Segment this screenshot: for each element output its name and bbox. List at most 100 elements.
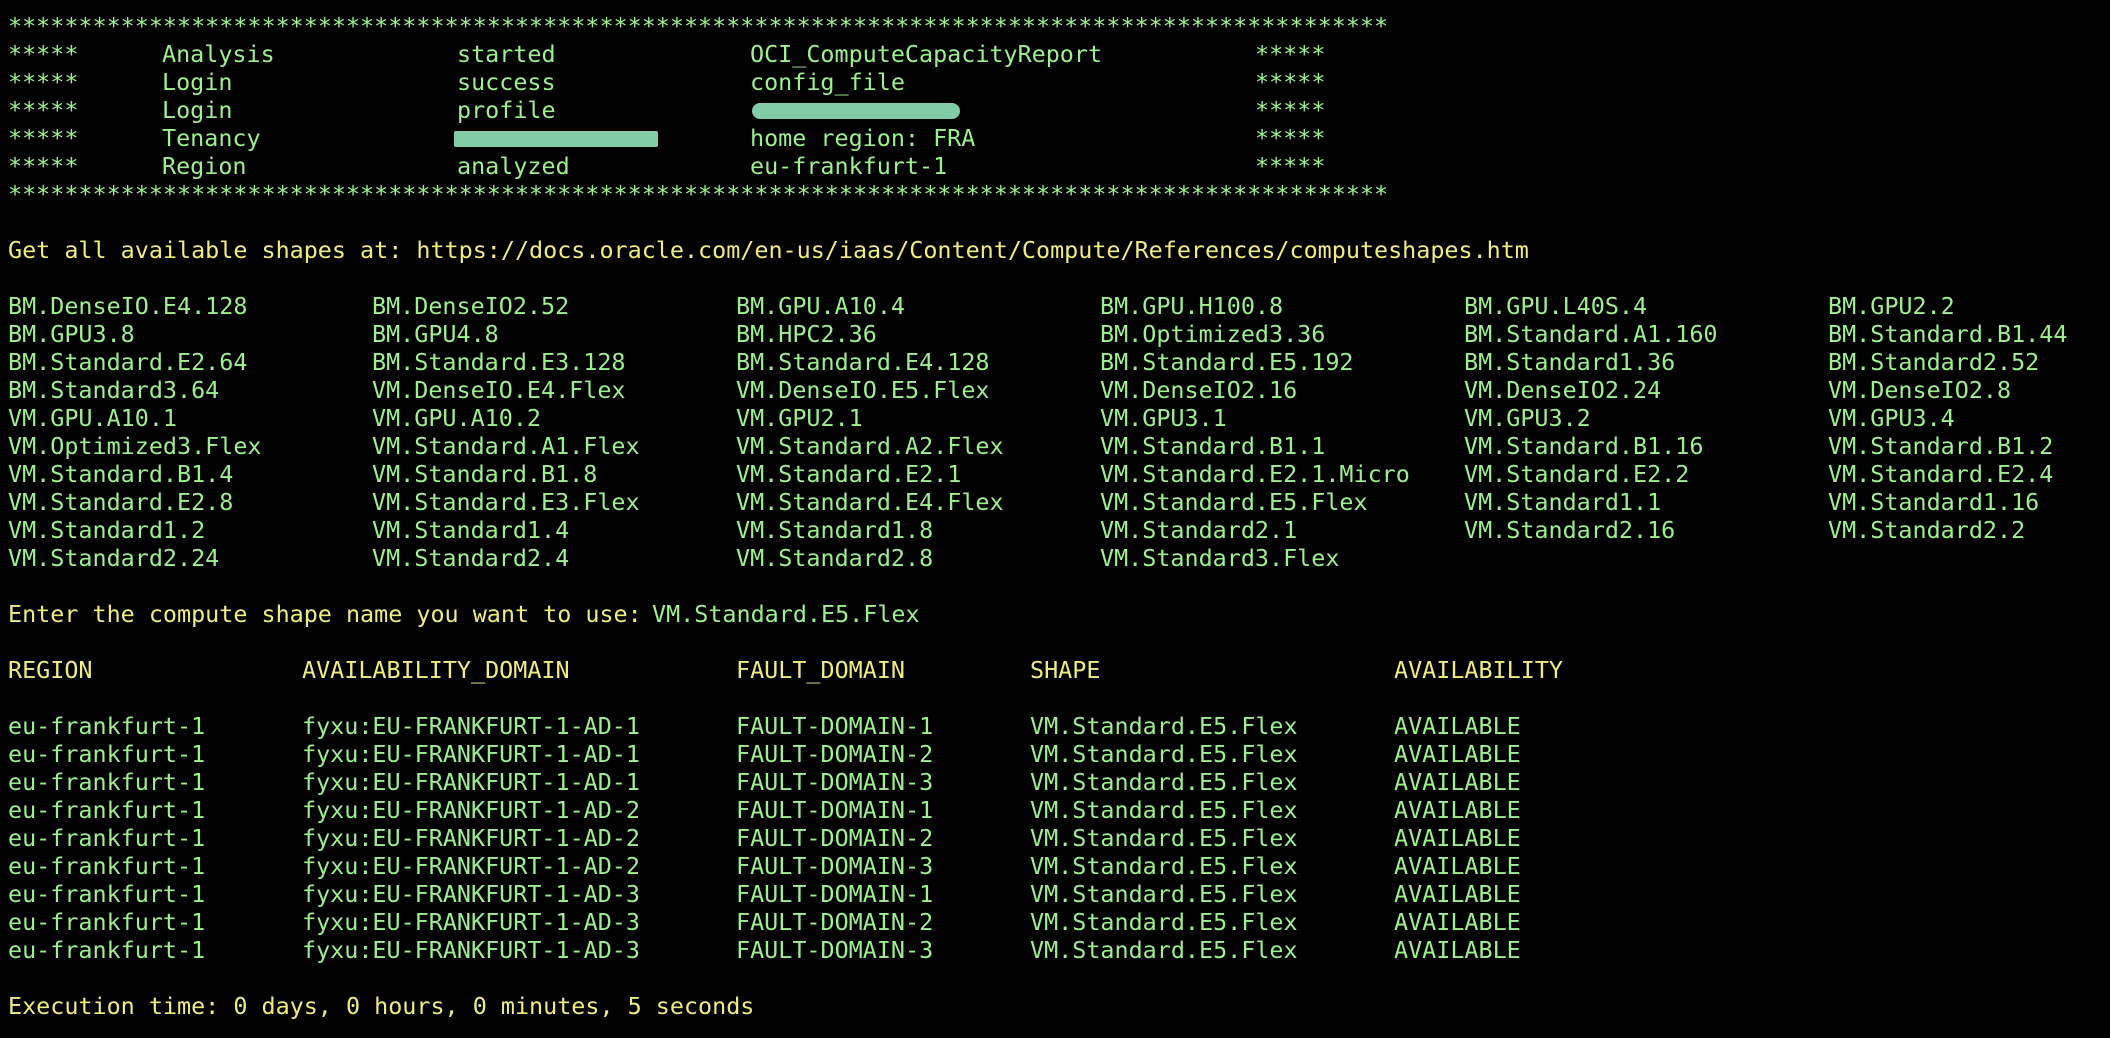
results-cell: FAULT-DOMAIN-3 bbox=[736, 852, 934, 880]
results-column-header: REGION bbox=[8, 656, 93, 684]
banner-marker-left: ***** bbox=[8, 152, 79, 180]
results-cell: FAULT-DOMAIN-2 bbox=[736, 824, 934, 852]
shape-name: VM.GPU3.2 bbox=[1464, 404, 1591, 432]
shapes-grid: BM.DenseIO.E4.128 BM.DenseIO2.52 BM.GPU.A1… bbox=[8, 292, 2102, 572]
results-cell: FAULT-DOMAIN-2 bbox=[736, 740, 934, 768]
shape-name: VM.DenseIO.E5.Flex bbox=[736, 376, 990, 404]
results-cell: VM.Standard.E5.Flex bbox=[1030, 852, 1298, 880]
shape-name: VM.Standard2.16 bbox=[1464, 516, 1676, 544]
shapes-row: BM.Standard.E2.64 BM.Standard.E3.128 BM.St… bbox=[8, 348, 2102, 376]
results-cell: fyxu:EU-FRANKFURT-1-AD-3 bbox=[302, 936, 640, 964]
shape-name: VM.Standard.E5.Flex bbox=[1100, 488, 1368, 516]
shape-name: VM.Standard.B1.8 bbox=[372, 460, 598, 488]
results-row: eu-frankfurt-1 fyxu:EU-FRANKFURT-1-AD-1 FA… bbox=[8, 768, 2102, 796]
shape-name: VM.DenseIO2.16 bbox=[1100, 376, 1298, 404]
shape-name: BM.GPU.L40S.4 bbox=[1464, 292, 1648, 320]
shape-name: BM.DenseIO.E4.128 bbox=[8, 292, 248, 320]
shape-name: VM.GPU3.4 bbox=[1828, 404, 1955, 432]
shape-name: VM.Standard1.1 bbox=[1464, 488, 1662, 516]
banner-row: ***** Login profile ***** bbox=[8, 96, 2102, 124]
shape-name: VM.Standard.E2.4 bbox=[1828, 460, 2054, 488]
banner-label: Login bbox=[162, 68, 233, 96]
results-column-header: AVAILABILITY bbox=[1394, 656, 1563, 684]
shape-name: BM.Standard.E2.64 bbox=[8, 348, 248, 376]
banner-marker-left: ***** bbox=[8, 40, 79, 68]
results-row: eu-frankfurt-1 fyxu:EU-FRANKFURT-1-AD-2 FA… bbox=[8, 852, 2102, 880]
results-cell: VM.Standard.E5.Flex bbox=[1030, 936, 1298, 964]
results-row: eu-frankfurt-1 fyxu:EU-FRANKFURT-1-AD-3 FA… bbox=[8, 936, 2102, 964]
shape-name: VM.Standard.B1.16 bbox=[1464, 432, 1704, 460]
banner-marker-right: ***** bbox=[1255, 40, 1326, 68]
shape-name: VM.Standard.B1.1 bbox=[1100, 432, 1326, 460]
redacted-profile-name bbox=[752, 103, 960, 119]
results-row: eu-frankfurt-1 fyxu:EU-FRANKFURT-1-AD-1 FA… bbox=[8, 712, 2102, 740]
shape-name: BM.GPU2.2 bbox=[1828, 292, 1955, 320]
results-header-row: REGION AVAILABILITY_DOMAIN FAULT_DOMAIN SHA… bbox=[8, 656, 2102, 684]
banner-detail: OCI_ComputeCapacityReport bbox=[750, 40, 1103, 68]
shape-name: VM.Standard.E2.2 bbox=[1464, 460, 1690, 488]
banner-row: ***** Login success config_file ***** bbox=[8, 68, 2102, 96]
shape-name: VM.GPU.A10.2 bbox=[372, 404, 541, 432]
results-cell: eu-frankfurt-1 bbox=[8, 824, 206, 852]
results-cell: AVAILABLE bbox=[1394, 740, 1521, 768]
banner-detail: config_file bbox=[750, 68, 905, 96]
results-cell: AVAILABLE bbox=[1394, 852, 1521, 880]
banner-detail: home region: FRA bbox=[750, 124, 976, 152]
banner-marker-right: ***** bbox=[1255, 124, 1326, 152]
results-row: eu-frankfurt-1 fyxu:EU-FRANKFURT-1-AD-3 FA… bbox=[8, 880, 2102, 908]
shape-name: VM.Standard2.1 bbox=[1100, 516, 1298, 544]
shape-name: BM.DenseIO2.52 bbox=[372, 292, 570, 320]
shapes-row: BM.DenseIO.E4.128 BM.DenseIO2.52 BM.GPU.A1… bbox=[8, 292, 2102, 320]
banner-status: started bbox=[457, 40, 556, 68]
banner-status: success bbox=[457, 68, 556, 96]
results-cell: eu-frankfurt-1 bbox=[8, 908, 206, 936]
results-cell: eu-frankfurt-1 bbox=[8, 852, 206, 880]
shape-name: BM.Standard1.36 bbox=[1464, 348, 1676, 376]
shape-name: VM.DenseIO2.24 bbox=[1464, 376, 1662, 404]
results-cell: VM.Standard.E5.Flex bbox=[1030, 712, 1298, 740]
banner-status: profile bbox=[457, 96, 556, 124]
shapes-row: VM.Standard.E2.8 VM.Standard.E3.Flex VM.St… bbox=[8, 488, 2102, 516]
terminal-output: ****************************************… bbox=[8, 12, 2102, 1020]
results-row: eu-frankfurt-1 fyxu:EU-FRANKFURT-1-AD-2 FA… bbox=[8, 824, 2102, 852]
shapes-intro: Get all available shapes at: https://doc… bbox=[8, 236, 1529, 264]
banner-status: analyzed bbox=[457, 152, 570, 180]
results-cell: fyxu:EU-FRANKFURT-1-AD-2 bbox=[302, 824, 640, 852]
results-row: eu-frankfurt-1 fyxu:EU-FRANKFURT-1-AD-1 FA… bbox=[8, 740, 2102, 768]
results-cell: fyxu:EU-FRANKFURT-1-AD-1 bbox=[302, 740, 640, 768]
results-cell: FAULT-DOMAIN-3 bbox=[736, 936, 934, 964]
shape-name: BM.Standard.E5.192 bbox=[1100, 348, 1354, 376]
shape-name: VM.Standard3.Flex bbox=[1100, 544, 1340, 572]
shape-name: VM.Standard2.8 bbox=[736, 544, 934, 572]
shape-name: VM.Standard2.24 bbox=[8, 544, 220, 572]
results-cell: FAULT-DOMAIN-1 bbox=[736, 796, 934, 824]
shape-name: BM.GPU4.8 bbox=[372, 320, 499, 348]
results-cell: FAULT-DOMAIN-1 bbox=[736, 880, 934, 908]
results-cell: VM.Standard.E5.Flex bbox=[1030, 908, 1298, 936]
shape-name: VM.Standard.E3.Flex bbox=[372, 488, 640, 516]
banner-marker-left: ***** bbox=[8, 96, 79, 124]
results-cell: VM.Standard.E5.Flex bbox=[1030, 824, 1298, 852]
results-column-header: AVAILABILITY_DOMAIN bbox=[302, 656, 570, 684]
shape-name: VM.Standard.E2.1.Micro bbox=[1100, 460, 1410, 488]
results-cell: FAULT-DOMAIN-3 bbox=[736, 768, 934, 796]
results-cell: fyxu:EU-FRANKFURT-1-AD-3 bbox=[302, 908, 640, 936]
shape-name: VM.Standard2.4 bbox=[372, 544, 570, 572]
shapes-row: BM.Standard3.64 VM.DenseIO.E4.Flex VM.Dens… bbox=[8, 376, 2102, 404]
results-column-header: FAULT_DOMAIN bbox=[736, 656, 905, 684]
banner-row: ***** Region analyzed eu-frankfurt-1 ***… bbox=[8, 152, 2102, 180]
banner-marker-right: ***** bbox=[1255, 96, 1326, 124]
results-column-header: SHAPE bbox=[1030, 656, 1101, 684]
shape-name: VM.Standard.E4.Flex bbox=[736, 488, 1004, 516]
shape-name: BM.GPU3.8 bbox=[8, 320, 135, 348]
shape-name: VM.Optimized3.Flex bbox=[8, 432, 262, 460]
shape-name: BM.Standard2.52 bbox=[1828, 348, 2040, 376]
results-cell: fyxu:EU-FRANKFURT-1-AD-3 bbox=[302, 880, 640, 908]
results-cell: AVAILABLE bbox=[1394, 712, 1521, 740]
shape-prompt-value[interactable]: VM.Standard.E5.Flex bbox=[652, 600, 920, 628]
shapes-row: VM.Standard.B1.4 VM.Standard.B1.8 VM.Stand… bbox=[8, 460, 2102, 488]
shape-name: VM.Standard1.16 bbox=[1828, 488, 2040, 516]
results-cell: fyxu:EU-FRANKFURT-1-AD-1 bbox=[302, 712, 640, 740]
shape-name: BM.Standard3.64 bbox=[8, 376, 220, 404]
results-cell: fyxu:EU-FRANKFURT-1-AD-2 bbox=[302, 796, 640, 824]
